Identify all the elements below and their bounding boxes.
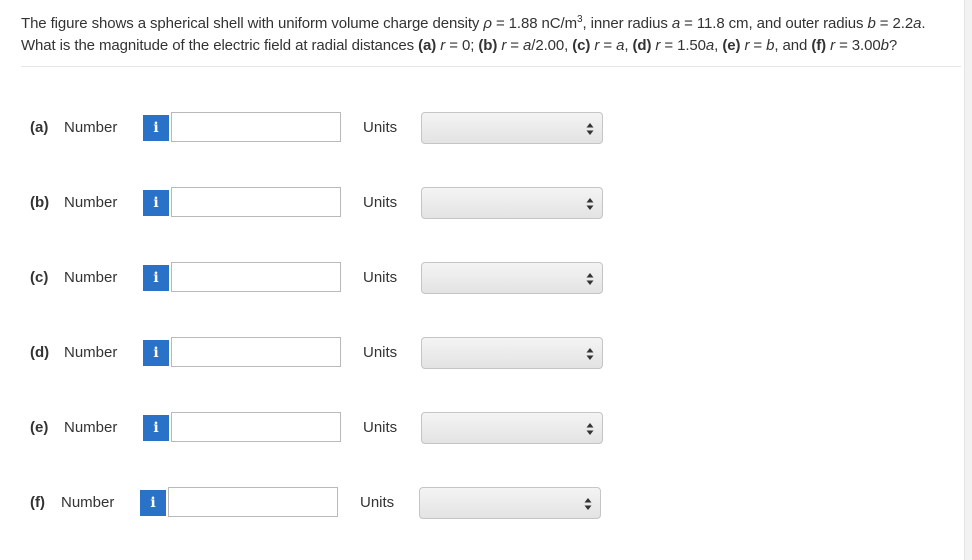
- updown-arrows-icon: [586, 123, 594, 135]
- info-icon[interactable]: i: [143, 415, 169, 441]
- number-label: Number: [64, 119, 118, 136]
- units-select-d[interactable]: [421, 337, 603, 369]
- units-select-c[interactable]: [421, 262, 603, 294]
- info-icon[interactable]: i: [143, 190, 169, 216]
- number-label: Number: [64, 269, 118, 286]
- number-input-f[interactable]: [168, 487, 338, 517]
- number-label: Number: [64, 194, 118, 211]
- page: The figure shows a spherical shell with …: [0, 0, 972, 560]
- units-select-f[interactable]: [419, 487, 601, 519]
- info-icon[interactable]: i: [143, 340, 169, 366]
- question-text: The figure shows a spherical shell with …: [21, 14, 926, 55]
- answer-row-e: (e) Number i Units: [30, 412, 610, 444]
- units-label: Units: [363, 344, 398, 361]
- number-input-b[interactable]: [171, 187, 341, 217]
- part-letter: (f): [30, 494, 45, 511]
- units-label: Units: [363, 194, 398, 211]
- number-label: Number: [64, 344, 118, 361]
- answer-row-d: (d) Number i Units: [30, 337, 610, 369]
- updown-arrows-icon: [586, 423, 594, 435]
- answer-row-b: (b) Number i Units: [30, 187, 610, 219]
- units-label: Units: [363, 419, 398, 436]
- number-input-a[interactable]: [171, 112, 341, 142]
- number-input-e[interactable]: [171, 412, 341, 442]
- part-letter: (b): [30, 194, 50, 211]
- answer-row-f: (f) Number i Units: [30, 487, 610, 519]
- part-letter: (c): [30, 269, 49, 286]
- number-input-c[interactable]: [171, 262, 341, 292]
- updown-arrows-icon: [586, 273, 594, 285]
- units-select-b[interactable]: [421, 187, 603, 219]
- scrollbar-track[interactable]: [964, 0, 972, 560]
- answer-row-a: (a) Number i Units: [30, 112, 610, 144]
- answer-row-c: (c) Number i Units: [30, 262, 610, 294]
- number-label: Number: [61, 494, 115, 511]
- updown-arrows-icon: [586, 348, 594, 360]
- info-icon[interactable]: i: [140, 490, 166, 516]
- units-label: Units: [363, 269, 398, 286]
- units-select-a[interactable]: [421, 112, 603, 144]
- units-select-e[interactable]: [421, 412, 603, 444]
- number-input-d[interactable]: [171, 337, 341, 367]
- updown-arrows-icon: [584, 498, 592, 510]
- part-letter: (a): [30, 119, 49, 136]
- info-icon[interactable]: i: [143, 115, 169, 141]
- part-letter: (e): [30, 419, 49, 436]
- question-divider: [21, 66, 961, 67]
- info-icon[interactable]: i: [143, 265, 169, 291]
- updown-arrows-icon: [586, 198, 594, 210]
- units-label: Units: [363, 119, 398, 136]
- units-label: Units: [360, 494, 395, 511]
- number-label: Number: [64, 419, 118, 436]
- part-letter: (d): [30, 344, 50, 361]
